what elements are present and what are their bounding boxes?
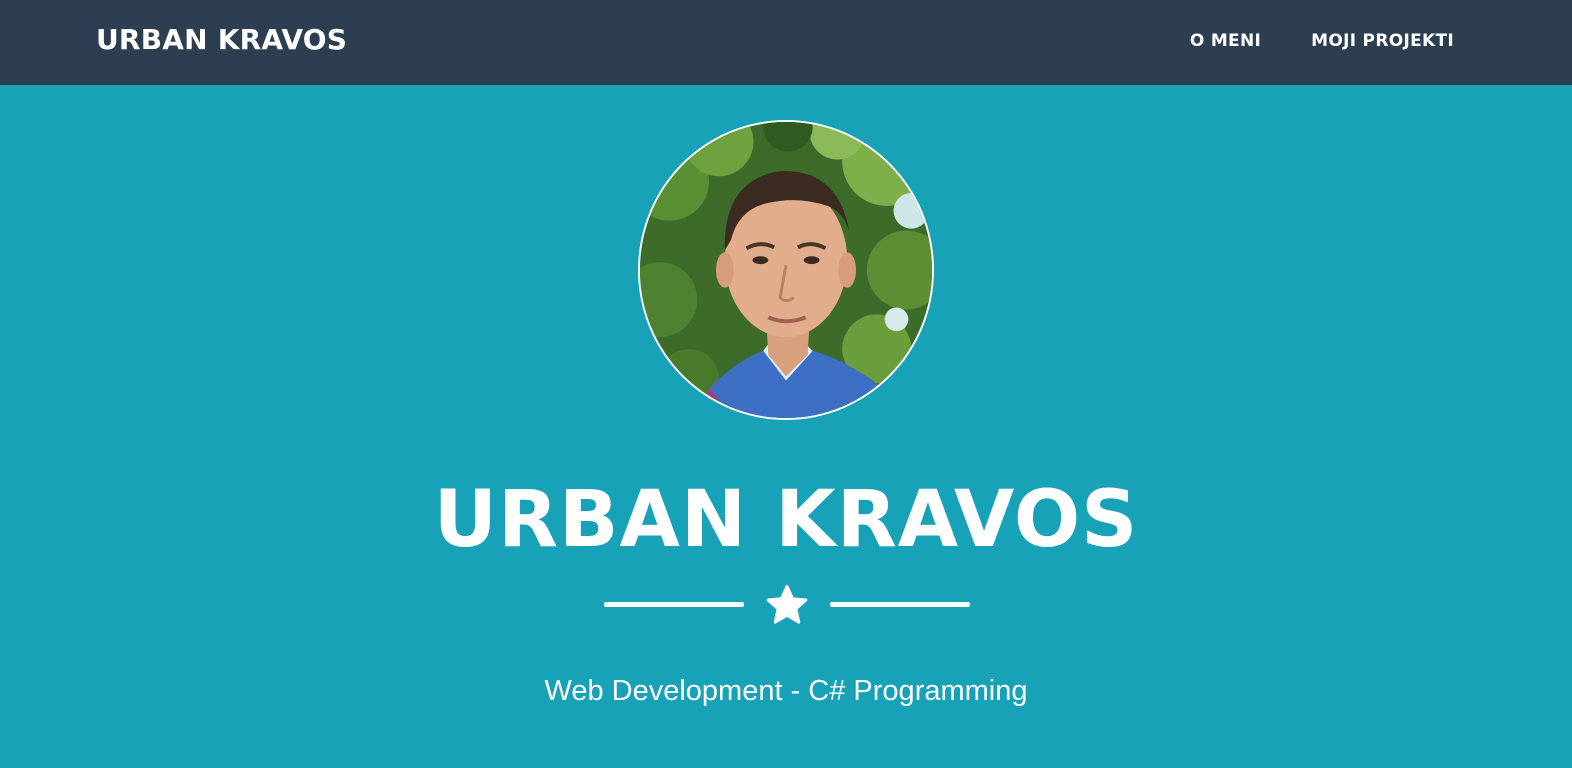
navbar: URBAN KRAVOS O MENI MOJI PROJEKTI [0,0,1572,85]
masthead: URBAN KRAVOS Web Development - C# Progra… [0,85,1572,768]
divider-line-left [604,602,744,607]
nav-links: O MENI MOJI PROJEKTI [1190,30,1454,52]
hero-title: URBAN KRAVOS [433,475,1139,565]
star-icon [766,584,808,624]
brand-link[interactable]: URBAN KRAVOS [96,22,347,58]
nav-link-o-meni[interactable]: O MENI [1190,30,1261,52]
profile-photo [640,122,932,418]
avatar [638,120,934,420]
nav-link-moji-projekti[interactable]: MOJI PROJEKTI [1311,30,1454,52]
star-divider [604,581,970,631]
hero-subtitle: Web Development - C# Programming [544,675,1028,707]
divider-line-right [830,602,970,607]
